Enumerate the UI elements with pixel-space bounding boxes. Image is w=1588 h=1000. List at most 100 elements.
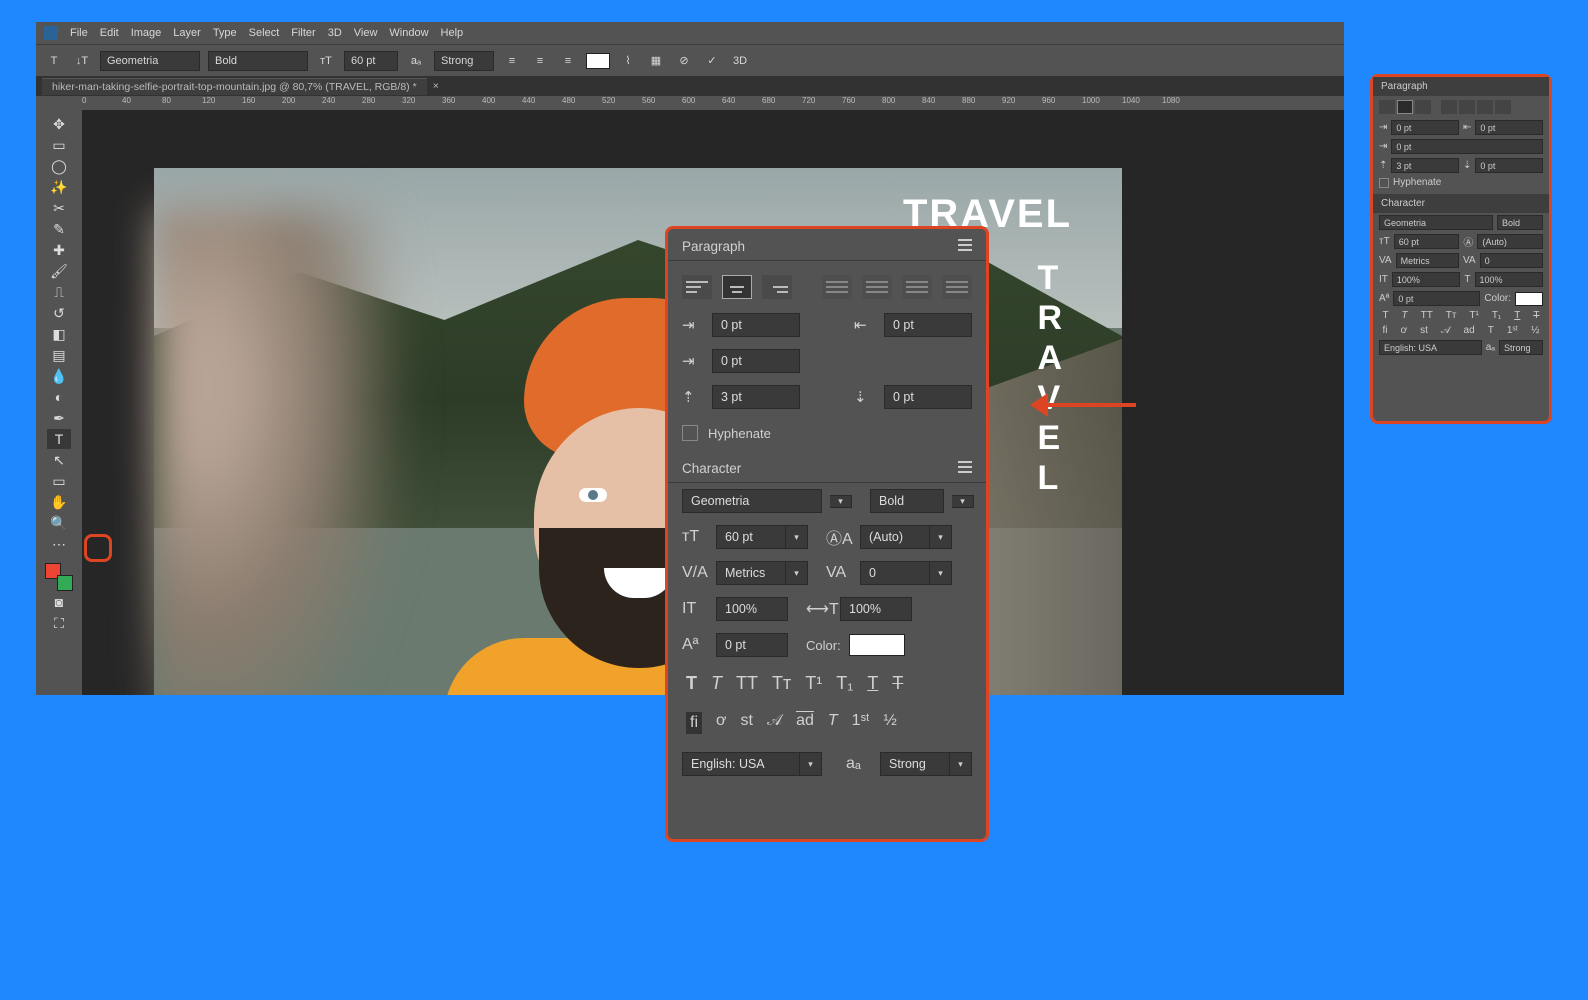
font-family-sm[interactable] (1379, 215, 1493, 230)
contextual-alt-button[interactable]: ơ (716, 712, 727, 734)
strike-sm[interactable]: T (1533, 310, 1539, 321)
color-swatch-sm[interactable] (1515, 292, 1543, 306)
tracking-sm[interactable] (1480, 253, 1543, 268)
stylistic-alt-button[interactable]: ad (796, 712, 814, 734)
justify-center-button[interactable] (862, 275, 892, 299)
indent-left-input[interactable]: 0 pt (712, 313, 800, 337)
lang-sm[interactable] (1379, 340, 1482, 355)
menu-image[interactable]: Image (131, 27, 162, 39)
justify-right-button[interactable] (902, 275, 932, 299)
menu-type[interactable]: Type (213, 27, 237, 39)
menu-layer[interactable]: Layer (173, 27, 201, 39)
menu-help[interactable]: Help (441, 27, 464, 39)
space-before-input-sm[interactable] (1391, 158, 1459, 173)
panel-menu-icon[interactable] (958, 239, 972, 251)
menu-filter[interactable]: Filter (291, 27, 315, 39)
hand-tool-icon[interactable]: ✋ (47, 492, 71, 512)
chevron-down-icon[interactable]: ▾ (800, 752, 822, 776)
underline-button[interactable]: T (867, 673, 878, 694)
wand-tool-icon[interactable]: ✨ (47, 177, 71, 197)
commit-icon[interactable]: ✓ (702, 51, 722, 71)
space-before-input[interactable]: 3 pt (712, 385, 800, 409)
menu-view[interactable]: View (354, 27, 378, 39)
ligatures-sm[interactable]: fi (1383, 325, 1388, 336)
faux-bold-button[interactable]: T (686, 673, 697, 694)
hscale-sm[interactable] (1475, 272, 1544, 287)
path-tool-icon[interactable]: ↖ (47, 450, 71, 470)
aa-sm[interactable] (1499, 340, 1543, 355)
font-weight-select[interactable]: Bold (208, 51, 308, 71)
justify-left-btn[interactable] (1441, 100, 1457, 114)
leading-sm[interactable] (1477, 234, 1543, 249)
ligatures-button[interactable]: fi (686, 712, 702, 734)
more-tools-icon[interactable]: ⋯ (47, 534, 71, 554)
allcaps-sm[interactable]: TT (1421, 310, 1433, 321)
faux-bold-sm[interactable]: T (1382, 310, 1388, 321)
baseline-sm[interactable] (1393, 291, 1480, 306)
chevron-down-icon[interactable]: ▾ (930, 525, 952, 549)
paragraph-panel-header[interactable]: Paragraph (668, 229, 986, 261)
dodge-tool-icon[interactable]: ◐ (47, 387, 71, 407)
text-color-swatch-lg[interactable] (849, 634, 905, 656)
smallcaps-button[interactable]: Tᴛ (772, 673, 791, 694)
hyphenate-checkbox[interactable] (682, 425, 698, 441)
fractions-sm[interactable]: ½ (1531, 325, 1539, 336)
font-family-select-lg[interactable]: Geometria (682, 489, 822, 513)
document-tab[interactable]: hiker-man-taking-selfie-portrait-top-mou… (42, 78, 427, 95)
antialias-select[interactable]: Strong (434, 51, 494, 71)
fractions-button[interactable]: ½ (884, 712, 897, 734)
align-left-btn[interactable] (1379, 100, 1395, 114)
stylistic-sm[interactable]: st (1420, 325, 1428, 336)
align-center-btn[interactable] (1397, 100, 1413, 114)
history-brush-tool-icon[interactable]: ↺ (47, 303, 71, 323)
quickmask-icon[interactable]: ◙ (47, 592, 71, 612)
oldstyle-sm[interactable]: 1ˢᵗ (1507, 325, 1518, 336)
menu-window[interactable]: Window (389, 27, 428, 39)
underline-sm[interactable]: T (1514, 310, 1520, 321)
indent-right-input[interactable]: 0 pt (884, 313, 972, 337)
align-right-button[interactable] (762, 275, 792, 299)
3d-icon[interactable]: 3D (730, 51, 750, 71)
align-left-icon[interactable]: ≡ (502, 51, 522, 71)
eraser-tool-icon[interactable]: ◧ (47, 324, 71, 344)
chevron-down-icon[interactable]: ▾ (786, 561, 808, 585)
faux-italic-button[interactable]: T (711, 673, 722, 694)
baseline-input[interactable]: 0 pt (716, 633, 788, 657)
faux-italic-sm[interactable]: T (1402, 310, 1408, 321)
superscript-sm[interactable]: T¹ (1469, 310, 1478, 321)
menu-edit[interactable]: Edit (100, 27, 119, 39)
subscript-sm[interactable]: T₁ (1492, 310, 1501, 321)
canvas-text-vertical[interactable]: T R A V E L (1037, 258, 1062, 498)
color-swatches[interactable] (45, 563, 73, 591)
chevron-down-icon[interactable]: ▾ (950, 752, 972, 776)
align-right-btn[interactable] (1415, 100, 1431, 114)
hscale-input[interactable]: 100% (840, 597, 912, 621)
swash-button[interactable]: 𝒜 (767, 712, 782, 734)
chevron-down-icon[interactable]: ▾ (930, 561, 952, 585)
menu-3d[interactable]: 3D (328, 27, 342, 39)
background-color-swatch[interactable] (57, 575, 73, 591)
move-tool-icon[interactable]: ✥ (47, 114, 71, 134)
heal-tool-icon[interactable]: ✚ (47, 240, 71, 260)
align-right-icon[interactable]: ≡ (558, 51, 578, 71)
font-family-select[interactable]: Geometria (100, 51, 200, 71)
leading-input[interactable]: (Auto) (860, 525, 930, 549)
justify-left-button[interactable] (822, 275, 852, 299)
panels-toggle-icon[interactable]: ▦ (646, 51, 666, 71)
align-center-icon[interactable]: ≡ (530, 51, 550, 71)
zoom-tool-icon[interactable]: 🔍 (47, 513, 71, 533)
justify-all-btn[interactable] (1495, 100, 1511, 114)
character-panel-header[interactable]: Character (668, 451, 986, 483)
tab-close-icon[interactable]: × (427, 80, 445, 92)
align-left-button[interactable] (682, 275, 712, 299)
space-after-input-sm[interactable] (1475, 158, 1543, 173)
swash-sm[interactable]: 𝒜 (1441, 325, 1450, 336)
ordinals-sm[interactable]: T (1488, 325, 1494, 336)
subscript-button[interactable]: T₁ (836, 673, 853, 694)
chevron-down-icon[interactable]: ▾ (786, 525, 808, 549)
ordinals-button[interactable]: 1ˢᵗ (852, 712, 870, 734)
chevron-down-icon[interactable]: ▾ (952, 495, 974, 508)
vscale-sm[interactable] (1392, 272, 1461, 287)
vscale-input[interactable]: 100% (716, 597, 788, 621)
stamp-tool-icon[interactable]: ⎍ (47, 282, 71, 302)
